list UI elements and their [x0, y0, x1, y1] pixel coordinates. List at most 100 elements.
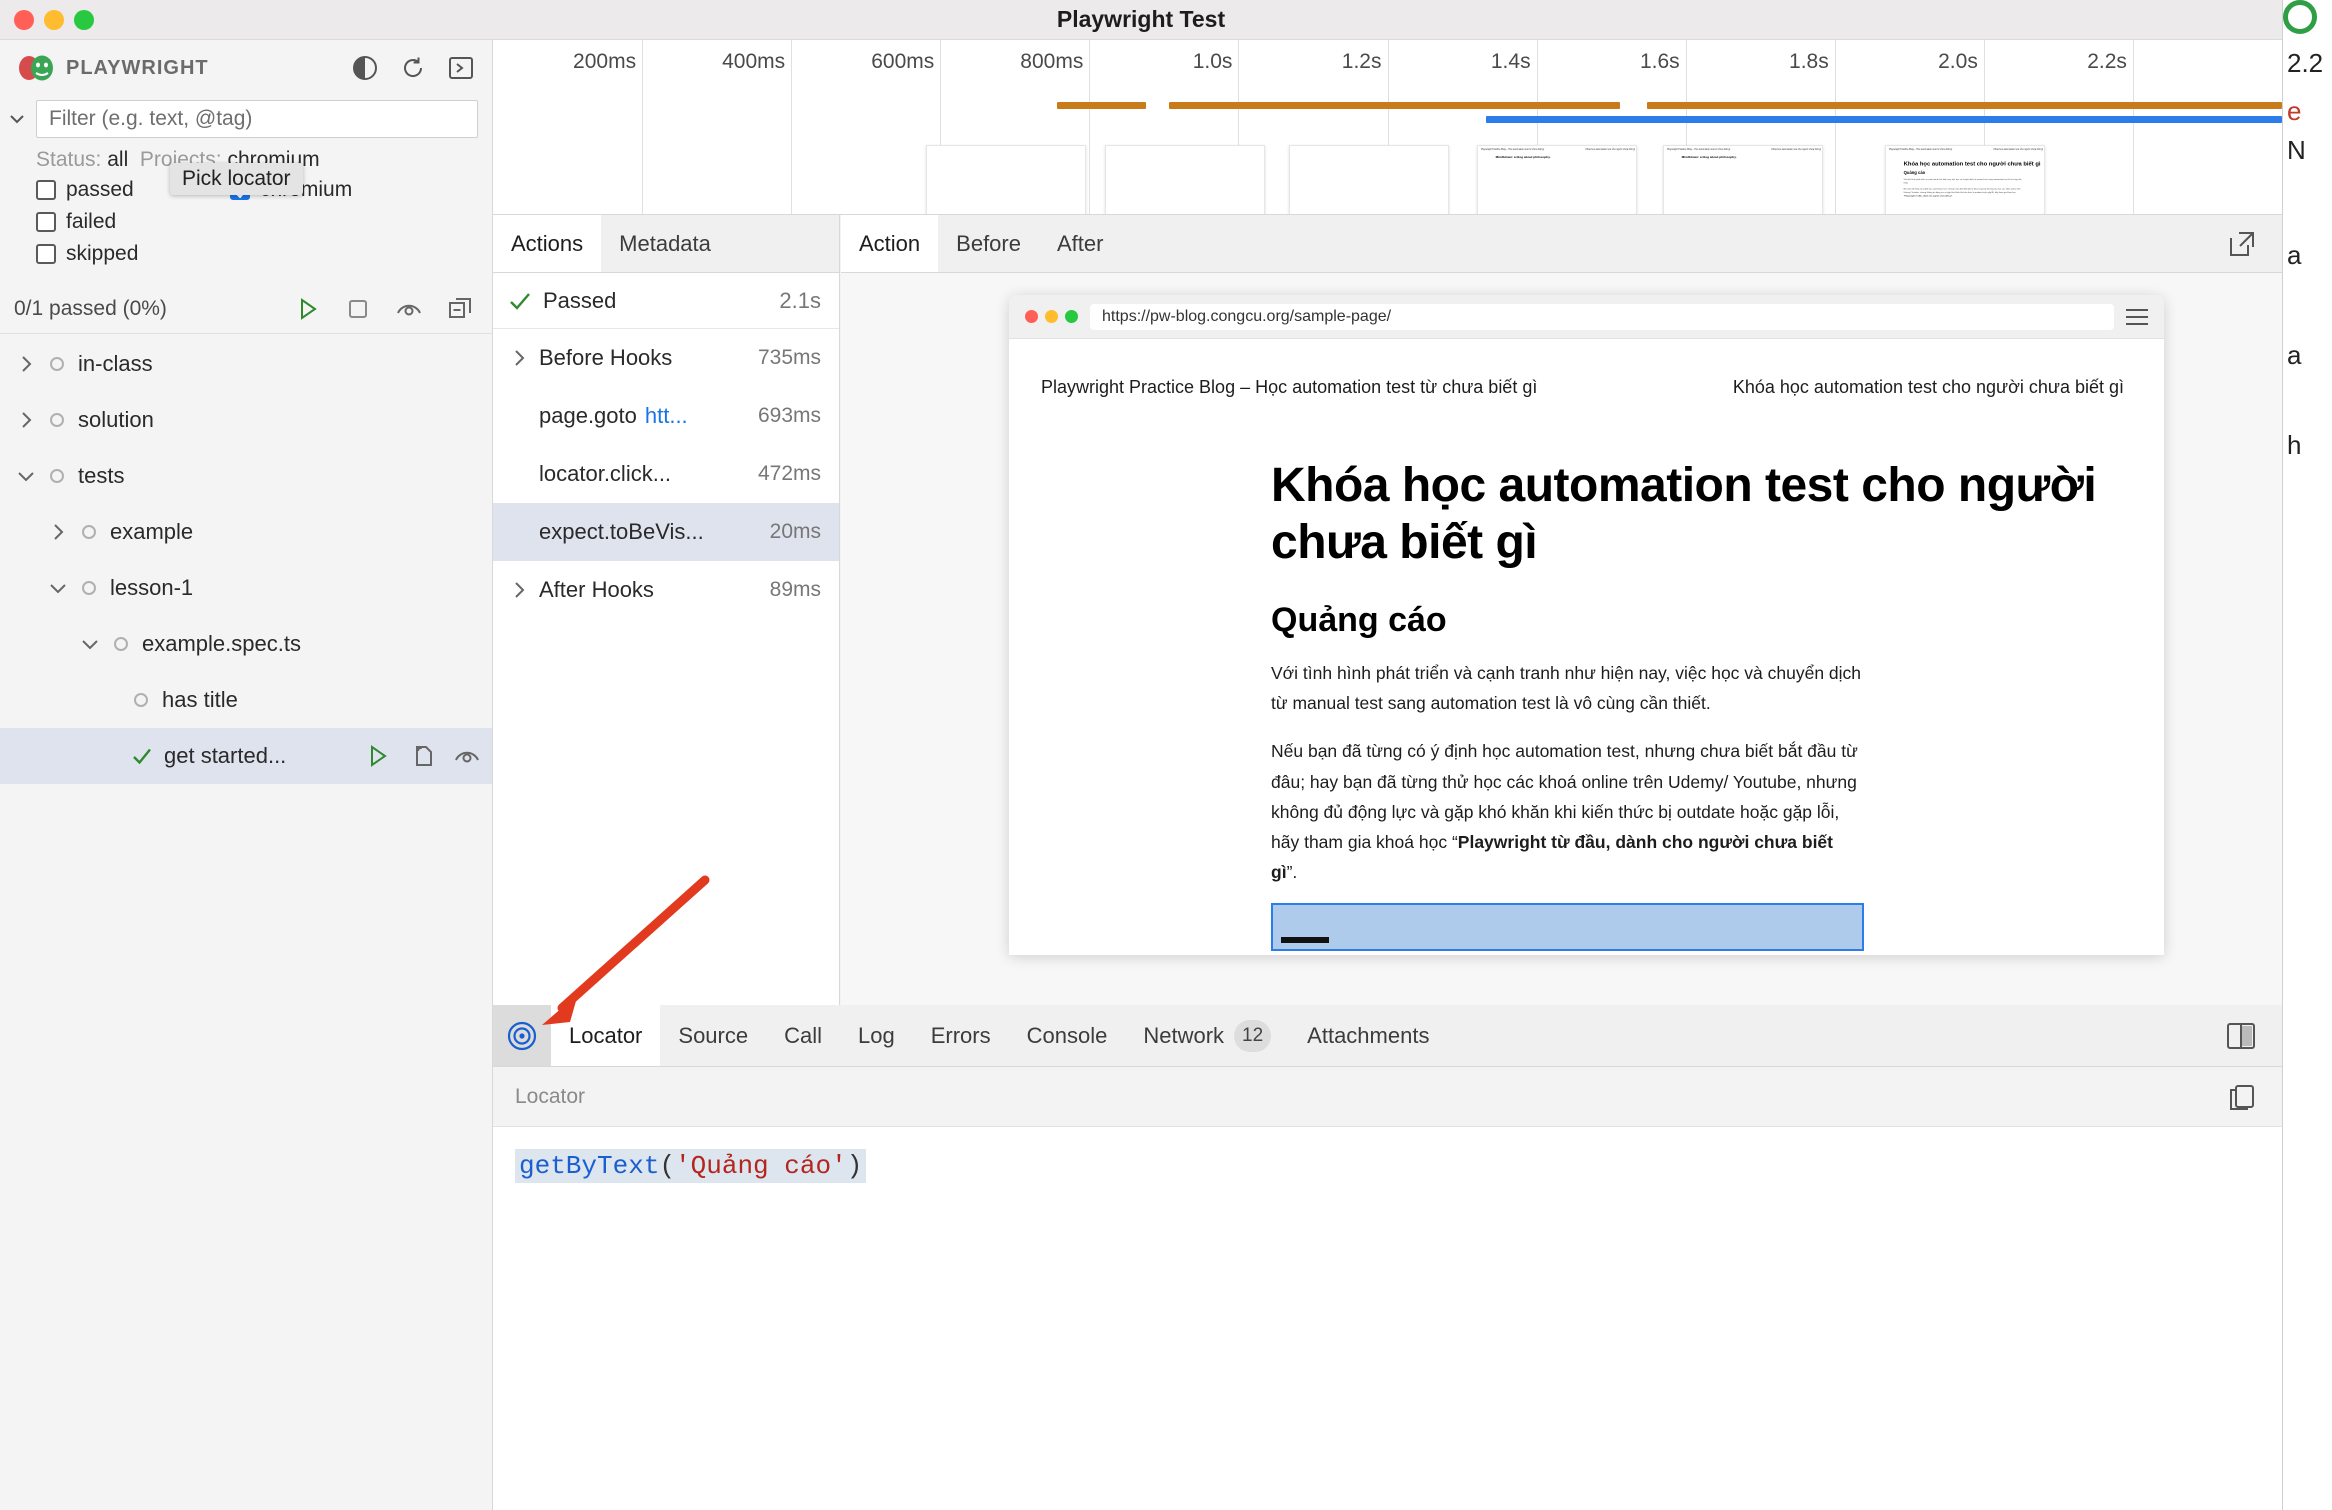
chevron-right-icon[interactable] — [14, 408, 38, 432]
chevron-right-icon[interactable] — [507, 346, 531, 370]
timeline-thumbnail[interactable] — [925, 145, 1086, 214]
action-row-after-hooks[interactable]: After Hooks 89ms — [493, 561, 839, 619]
status-circle-icon — [50, 357, 64, 371]
chevron-down-icon[interactable] — [78, 632, 102, 656]
chevron-right-icon[interactable] — [14, 352, 38, 376]
tree-row-lesson-1[interactable]: lesson-1 — [0, 560, 492, 616]
timeline-tick — [2132, 40, 2134, 214]
chevron-down-icon[interactable] — [46, 576, 70, 600]
tab-errors[interactable]: Errors — [913, 1005, 1009, 1066]
locator-code[interactable]: getByText('Quảng cáo') — [515, 1149, 867, 1183]
tab-attachments[interactable]: Attachments — [1289, 1005, 1447, 1066]
snapshot-tabs: Action Before After — [841, 215, 2282, 273]
action-row-expect-tobevisible[interactable]: expect.toBeVis... 20ms — [493, 503, 839, 561]
checkbox-box-passed[interactable] — [36, 180, 56, 200]
tab-after[interactable]: After — [1039, 215, 1121, 272]
tab-locator[interactable]: Locator — [551, 1005, 661, 1066]
chevron-right-icon[interactable] — [46, 520, 70, 544]
tree-row-example-spec-ts[interactable]: example.spec.ts — [0, 616, 492, 672]
trace-timeline[interactable]: 200ms 400ms 600ms 800ms 1.0s 1.2s 1.4s 1.6s 1.8s… — [493, 40, 2282, 215]
timeline-thumbnail[interactable] — [1104, 145, 1265, 214]
tree-label-get-started: get started... — [164, 743, 287, 768]
tab-network[interactable]: Network 12 — [1125, 1005, 1289, 1066]
maximize-button[interactable] — [74, 9, 94, 30]
tree-row-solution[interactable]: solution — [0, 392, 492, 448]
tab-source[interactable]: Source — [660, 1005, 766, 1066]
tree-row-in-class[interactable]: in-class — [0, 336, 492, 392]
tab-action[interactable]: Action — [841, 215, 939, 272]
action-status-row: Passed 2.1s — [493, 273, 839, 329]
run-icon[interactable] — [366, 744, 390, 768]
copy-icon[interactable] — [2228, 1083, 2256, 1111]
background-fragment-a2: a — [2287, 340, 2302, 370]
network-count-badge: 12 — [1234, 1019, 1272, 1052]
action-duration-locator-click: 472ms — [757, 462, 821, 485]
window-titlebar: Playwright Test — [0, 0, 2282, 40]
copy-icon[interactable] — [410, 744, 434, 768]
stop-icon[interactable] — [346, 297, 370, 321]
watch-icon[interactable] — [454, 745, 480, 767]
tree-row-has-title[interactable]: has title — [0, 672, 492, 728]
background-fragment-h: h — [2287, 430, 2302, 460]
checkbox-skipped[interactable]: skipped — [36, 238, 492, 270]
timeline-thumbnail[interactable]: Playwright Practice Blog – Học automatio… — [1884, 145, 2045, 214]
window-title: Playwright Test — [1056, 6, 1226, 32]
collapse-all-icon[interactable] — [448, 297, 472, 321]
reload-icon[interactable] — [400, 55, 426, 81]
timeline-thumbnail[interactable] — [1289, 145, 1450, 214]
checkbox-failed[interactable]: failed — [36, 206, 492, 238]
actions-tabs: Actions Metadata — [493, 215, 839, 273]
tab-log[interactable]: Log — [840, 1005, 913, 1066]
action-url-page-goto[interactable]: htt... — [645, 403, 688, 429]
open-external-icon[interactable] — [2202, 215, 2282, 272]
locator-code-area[interactable]: getByText('Quảng cáo') — [493, 1127, 2282, 1507]
close-button[interactable] — [14, 9, 34, 30]
terminal-icon[interactable] — [448, 55, 474, 81]
timeline-bar — [1485, 116, 2282, 123]
checkbox-box-failed[interactable] — [36, 212, 56, 232]
tree-row-get-started[interactable]: get started... — [0, 728, 492, 784]
action-duration-page-goto: 693ms — [757, 404, 821, 427]
action-name-page-goto: page.goto — [539, 403, 637, 428]
tree-label-tests: tests — [78, 463, 125, 488]
action-row-before-hooks[interactable]: Before Hooks 735ms — [493, 329, 839, 387]
tree-row-tests[interactable]: tests — [0, 448, 492, 504]
tab-call[interactable]: Call — [766, 1005, 840, 1066]
status-circle-icon — [50, 413, 64, 427]
minimize-button[interactable] — [44, 9, 64, 30]
split-view-icon[interactable] — [2200, 1005, 2282, 1066]
status-prefix: Status: — [36, 148, 102, 171]
timeline-thumbnail[interactable]: Playwright Practice Blog – Học automatio… — [1663, 145, 1823, 214]
chevron-down-icon[interactable] — [14, 464, 38, 488]
watch-icon[interactable] — [396, 298, 422, 320]
action-duration-before-hooks: 735ms — [757, 346, 821, 369]
page-nav-link[interactable]: Khóa học automation test cho người chưa … — [1733, 377, 2124, 398]
bottom-panel: Locator Source Call Log Errors Console N… — [493, 1005, 2282, 1510]
chevron-down-icon[interactable] — [4, 106, 30, 132]
page-heading: Khóa học automation test cho người chưa … — [1271, 459, 2097, 569]
action-row-page-goto[interactable]: page.goto htt... 693ms — [493, 387, 839, 445]
timeline-tick — [791, 40, 793, 214]
tab-console[interactable]: Console — [1009, 1005, 1126, 1066]
tab-actions[interactable]: Actions — [493, 215, 602, 272]
background-fragment-n: N — [2287, 135, 2306, 165]
action-label-after-hooks: After Hooks — [539, 577, 654, 602]
contrast-icon[interactable] — [352, 55, 378, 81]
timeline-bar — [1646, 102, 2282, 109]
browser-chrome-bar: https://pw-blog.congcu.org/sample-page/ — [1009, 295, 2164, 339]
action-row-locator-click[interactable]: locator.click... 472ms — [493, 445, 839, 503]
run-icon[interactable] — [296, 297, 320, 321]
hamburger-icon — [2126, 308, 2148, 325]
status-value: all — [107, 148, 129, 171]
timeline-thumbnail[interactable]: Playwright Practice Blog – Học automatio… — [1476, 145, 1637, 214]
tab-metadata[interactable]: Metadata — [601, 215, 729, 272]
action-duration-after-hooks: 89ms — [769, 578, 821, 601]
filter-input[interactable] — [36, 100, 478, 138]
tab-before[interactable]: Before — [938, 215, 1039, 272]
checkbox-box-skipped[interactable] — [36, 244, 56, 264]
tree-row-example[interactable]: example — [0, 504, 492, 560]
status-circle-icon — [114, 637, 128, 651]
timeline-tick-label: 1.2s — [1341, 50, 1382, 73]
target-icon[interactable] — [493, 1005, 551, 1066]
chevron-right-icon[interactable] — [507, 578, 531, 602]
